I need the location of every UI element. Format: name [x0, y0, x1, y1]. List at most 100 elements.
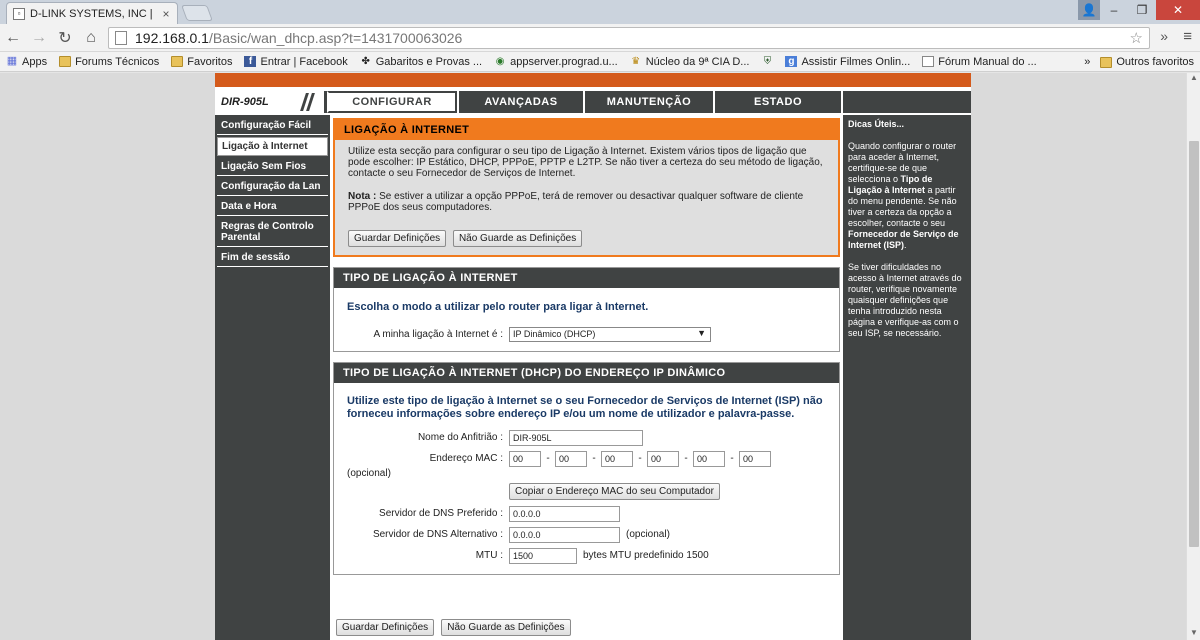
save-button[interactable]: Guardar Definições — [348, 230, 447, 247]
puzzle-icon: ✤ — [361, 56, 370, 67]
section-title: TIPO DE LIGAÇÃO À INTERNET — [334, 268, 839, 288]
mac-optional-label: (opcional) — [347, 467, 391, 479]
user-icon[interactable]: 👤 — [1078, 0, 1100, 20]
tab-strip: ▫ D-LINK SYSTEMS, INC | RO × 👤 – ❐ ✕ — [0, 0, 1200, 24]
page-viewport: DIR-905L CONFIGURAR AVANÇADAS MANUTENÇÃO… — [0, 73, 1186, 640]
save-button[interactable]: Guardar Definições — [336, 619, 435, 636]
mtu-input[interactable]: 1500 — [509, 547, 577, 564]
bookmark-apps[interactable]: ▦ Apps — [6, 56, 47, 68]
tab-estado[interactable]: ESTADO — [713, 91, 841, 113]
globe-icon: ◉ — [495, 56, 505, 67]
browser-toolbar: ← → ↻ ⌂ 192.168.0.1/Basic/wan_dhcp.asp?t… — [0, 24, 1200, 52]
bookmark-facebook[interactable]: f Entrar | Facebook — [244, 56, 348, 68]
dns-primary-label: Servidor de DNS Preferido : — [379, 508, 503, 519]
dont-save-button[interactable]: Não Guarde as Definições — [441, 619, 571, 636]
sidebar-item-data-hora[interactable]: Data e Hora — [217, 198, 328, 216]
browser-tab[interactable]: ▫ D-LINK SYSTEMS, INC | RO × — [6, 2, 178, 24]
bookmarks-right: » Outros favoritos — [1084, 56, 1194, 68]
mac-octet-input[interactable]: 00 — [555, 450, 587, 467]
dropdown-arrow-icon: ▼ — [697, 328, 706, 338]
bookmark-folder[interactable]: Favoritos — [171, 56, 232, 68]
top-navigation: DIR-905L CONFIGURAR AVANÇADAS MANUTENÇÃO… — [215, 90, 971, 114]
copy-mac-button[interactable]: Copiar o Endereço MAC do seu Computador — [509, 482, 720, 500]
bookmark-gabaritos[interactable]: ✤ Gabaritos e Provas ... — [360, 56, 483, 68]
sidebar-item-ligacao-sem-fios[interactable]: Ligação Sem Fios — [217, 158, 328, 176]
close-tab-icon[interactable]: × — [159, 7, 173, 21]
tab-manutencao[interactable]: MANUTENÇÃO — [583, 91, 713, 113]
bookmark-forum[interactable]: Fórum Manual do ... — [922, 56, 1037, 68]
host-name-label: Nome do Anfitrião : — [417, 432, 503, 443]
maximize-icon[interactable]: ❐ — [1128, 0, 1156, 20]
mac-octet-input[interactable]: 00 — [601, 450, 633, 467]
dns-alternate-label: Servidor de DNS Alternativo : — [372, 529, 503, 540]
host-name-input[interactable]: DIR-905L — [509, 429, 643, 446]
home-icon[interactable]: ⌂ — [78, 29, 104, 47]
bookmark-folder[interactable]: Forums Técnicos — [59, 56, 159, 68]
mac-octet-input[interactable]: 00 — [693, 450, 725, 467]
sidebar-item-configuracao-facil[interactable]: Configuração Fácil — [217, 117, 328, 135]
hints-panel: Dicas Úteis... Quando configurar o route… — [843, 115, 971, 640]
minimize-icon[interactable]: – — [1100, 0, 1128, 20]
dont-save-button[interactable]: Não Guarde as Definições — [452, 230, 583, 247]
bookmarks-bar: ▦ Apps Forums Técnicos Favoritos f Entrar … — [0, 52, 1200, 72]
bookmarks-overflow-icon[interactable]: » — [1084, 56, 1090, 68]
model-name: DIR-905L — [215, 91, 327, 113]
page-info-icon[interactable] — [115, 31, 127, 45]
folder-icon — [59, 56, 72, 67]
hint-paragraph: Se tiver dificuldades no acesso à Intern… — [848, 262, 962, 338]
bookmark-shield[interactable]: ⛨ — [761, 56, 773, 67]
folder-icon — [171, 56, 184, 67]
scrollbar-thumb[interactable] — [1189, 141, 1199, 547]
close-window-icon[interactable]: ✕ — [1156, 0, 1200, 20]
forward-icon[interactable]: → — [26, 29, 52, 47]
shield-icon: ⛨ — [763, 56, 772, 67]
mtu-label: MTU : — [475, 550, 503, 561]
bookmark-star-icon[interactable]: ☆ — [1130, 29, 1143, 47]
scroll-up-icon[interactable]: ▲ — [1187, 73, 1200, 85]
section-description: Utilize esta secção para configurar o se… — [348, 146, 823, 179]
bookmark-other[interactable]: Outros favoritos — [1100, 56, 1194, 68]
sidebar-item-fim-sessao[interactable]: Fim de sessão — [217, 249, 328, 267]
url-host: 192.168.0.1 — [135, 30, 209, 46]
dns-alternate-input[interactable]: 0.0.0.0 — [509, 526, 620, 543]
left-navigation: Configuração Fácil Ligação à Internet Li… — [215, 115, 330, 640]
bookmark-appserver[interactable]: ◉ appserver.prograd.u... — [494, 56, 618, 68]
sidebar-item-configuracao-lan[interactable]: Configuração da Lan — [217, 178, 328, 196]
connection-type-select[interactable]: IP Dinâmico (DHCP) ▼ — [509, 327, 711, 342]
window-controls: 👤 – ❐ ✕ — [1078, 0, 1200, 20]
section-intro: Escolha o modo a utilizar pelo router pa… — [347, 301, 649, 313]
tab-configurar[interactable]: CONFIGURAR — [327, 91, 457, 113]
scrollbar[interactable]: ▲ ▼ — [1186, 73, 1200, 640]
back-icon[interactable]: ← — [0, 29, 26, 47]
hint-paragraph: Quando configurar o router para aceder à… — [848, 141, 959, 250]
mac-octet-input[interactable]: 00 — [739, 450, 771, 467]
connection-type-label: A minha ligação à Internet é : — [373, 329, 503, 340]
tab-avancadas[interactable]: AVANÇADAS — [457, 91, 583, 113]
section-intro: Utilize este tipo de ligação à Internet … — [347, 395, 823, 420]
extensions-overflow-icon[interactable]: » — [1160, 28, 1168, 44]
note-text: Nota : Se estiver a utilizar a opção PPP… — [348, 191, 804, 213]
scroll-down-icon[interactable]: ▼ — [1187, 628, 1200, 640]
bookmark-filmes[interactable]: g Assistir Filmes Onlin... — [785, 56, 910, 68]
url-path: /Basic/wan_dhcp.asp?t=1431700063026 — [208, 30, 463, 46]
menu-icon[interactable]: ≡ — [1183, 28, 1192, 45]
sidebar-item-controlo-parental[interactable]: Regras de Controlo Parental — [217, 218, 328, 247]
sidebar-item-ligacao-internet[interactable]: Ligação à Internet — [217, 137, 328, 156]
connection-type-section: TIPO DE LIGAÇÃO À INTERNET Escolha o mod… — [333, 267, 840, 352]
bookmark-nucleo[interactable]: ♛ Núcleo da 9ª CIA D... — [630, 56, 749, 68]
badge-icon: ♛ — [631, 56, 641, 67]
address-bar[interactable]: 192.168.0.1/Basic/wan_dhcp.asp?t=1431700… — [108, 27, 1150, 49]
brand-bar — [215, 73, 971, 87]
page-icon: ▫ — [13, 7, 25, 20]
dns-primary-input[interactable]: 0.0.0.0 — [509, 505, 620, 522]
reload-icon[interactable]: ↻ — [52, 28, 78, 48]
document-icon — [922, 56, 935, 67]
new-tab-button[interactable] — [181, 5, 213, 21]
section-title: TIPO DE LIGAÇÃO À INTERNET (DHCP) DO END… — [334, 363, 839, 383]
mac-octet-input[interactable]: 00 — [509, 450, 541, 467]
apps-grid-icon: ▦ — [6, 55, 18, 67]
hints-title: Dicas Úteis... — [848, 119, 905, 129]
mac-octet-input[interactable]: 00 — [647, 450, 679, 467]
mtu-note: bytes MTU predefinido 1500 — [583, 550, 709, 561]
tab-title: D-LINK SYSTEMS, INC | RO — [30, 7, 154, 20]
